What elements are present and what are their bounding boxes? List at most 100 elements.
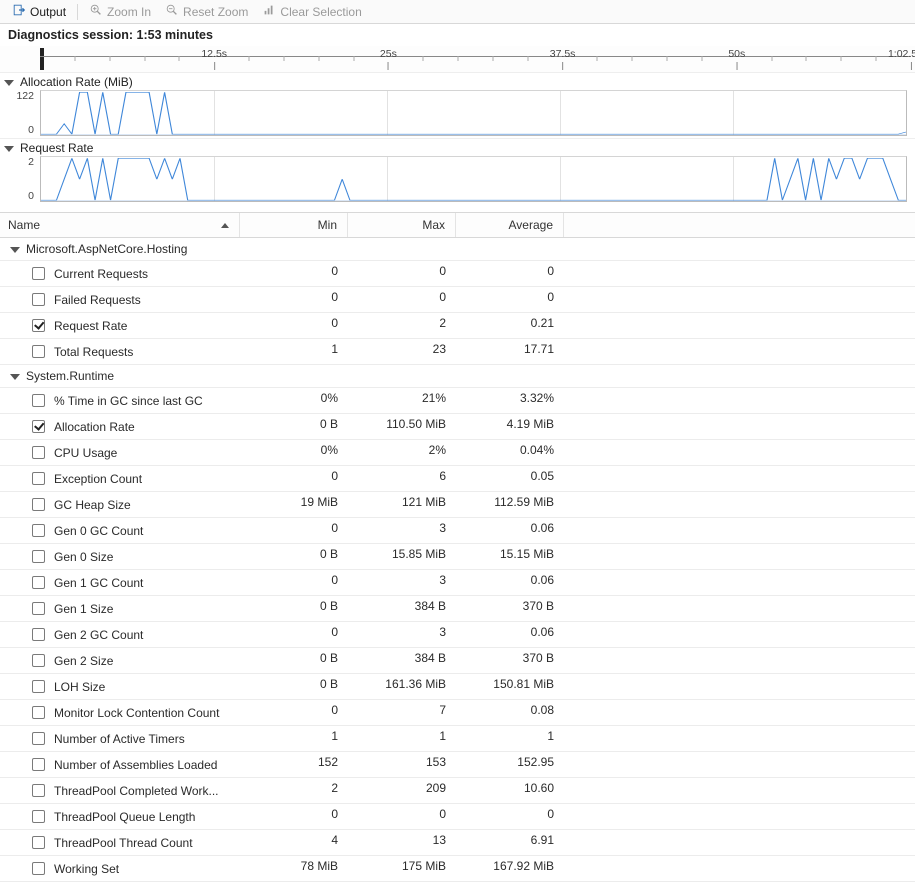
counter-checkbox[interactable] — [32, 420, 45, 433]
counter-name: Gen 1 GC Count — [54, 576, 143, 590]
counter-value: 152.95 — [456, 752, 564, 777]
counter-row[interactable]: Number of Assemblies Loaded152153152.95 — [0, 752, 915, 778]
counter-value: 1 — [240, 726, 348, 751]
counter-checkbox[interactable] — [32, 319, 45, 332]
counter-name: Total Requests — [54, 345, 133, 359]
counter-row[interactable]: Gen 1 GC Count030.06 — [0, 570, 915, 596]
col-name-header[interactable]: Name — [0, 213, 240, 237]
counter-checkbox[interactable] — [32, 732, 45, 745]
collapse-icon — [10, 374, 20, 380]
counter-name: Failed Requests — [54, 293, 141, 307]
counter-row[interactable]: Gen 2 Size0 B384 B370 B — [0, 648, 915, 674]
counter-row[interactable]: Allocation Rate0 B110.50 MiB4.19 MiB — [0, 414, 915, 440]
counter-row[interactable]: Working Set78 MiB175 MiB167.92 MiB — [0, 856, 915, 882]
counter-row[interactable]: Request Rate020.21 — [0, 313, 915, 339]
ruler-tick: 50s — [728, 48, 745, 70]
counter-checkbox[interactable] — [32, 498, 45, 511]
counter-checkbox[interactable] — [32, 784, 45, 797]
sort-ascending-icon — [221, 223, 229, 228]
counter-value: 21% — [348, 388, 456, 413]
counter-value: 1 — [348, 726, 456, 751]
counter-value: 6 — [348, 466, 456, 491]
counter-checkbox[interactable] — [32, 576, 45, 589]
counter-checkbox[interactable] — [32, 862, 45, 875]
counter-value: 0 — [240, 570, 348, 595]
ruler-tick: 25s — [380, 48, 397, 70]
counter-checkbox[interactable] — [32, 758, 45, 771]
counter-checkbox[interactable] — [32, 293, 45, 306]
chart-plot[interactable] — [40, 90, 907, 136]
counter-row[interactable]: ThreadPool Queue Length000 — [0, 804, 915, 830]
timeline-ruler[interactable]: 12.5s25s37.5s50s1:02.5min — [0, 46, 915, 72]
counter-value: 4 — [240, 830, 348, 855]
counter-checkbox[interactable] — [32, 446, 45, 459]
counter-value: 19 MiB — [240, 492, 348, 517]
chart-title: Allocation Rate (MiB) — [20, 75, 133, 89]
counter-row[interactable]: ThreadPool Completed Work...220910.60 — [0, 778, 915, 804]
counter-checkbox[interactable] — [32, 654, 45, 667]
counter-value: 0 — [348, 804, 456, 829]
counter-row[interactable]: Failed Requests000 — [0, 287, 915, 313]
col-avg-header[interactable]: Average — [456, 213, 564, 237]
counter-row[interactable]: CPU Usage0%2%0.04% — [0, 440, 915, 466]
chart-plot[interactable] — [40, 156, 907, 202]
zoom-in-button[interactable]: Zoom In — [83, 1, 157, 22]
counter-value: 0 — [240, 700, 348, 725]
counter-row[interactable]: % Time in GC since last GC0%21%3.32% — [0, 388, 915, 414]
counter-value: 15.85 MiB — [348, 544, 456, 569]
counter-row[interactable]: Gen 0 Size0 B15.85 MiB15.15 MiB — [0, 544, 915, 570]
counter-value: 6.91 — [456, 830, 564, 855]
col-min-header[interactable]: Min — [240, 213, 348, 237]
col-avg-label: Average — [509, 218, 553, 232]
counter-checkbox[interactable] — [32, 267, 45, 280]
counter-value: 2 — [348, 313, 456, 338]
counter-row[interactable]: Gen 2 GC Count030.06 — [0, 622, 915, 648]
counter-row[interactable]: Number of Active Timers111 — [0, 726, 915, 752]
counter-checkbox[interactable] — [32, 836, 45, 849]
counter-checkbox[interactable] — [32, 810, 45, 823]
counter-row[interactable]: Total Requests12317.71 — [0, 339, 915, 365]
counter-checkbox[interactable] — [32, 345, 45, 358]
zoom-in-icon — [89, 3, 103, 20]
counter-value: 0 B — [240, 414, 348, 439]
counter-checkbox[interactable] — [32, 394, 45, 407]
counter-value: 0 — [456, 261, 564, 286]
chart-1: Request Rate20 — [0, 138, 915, 204]
counter-value: 0 B — [240, 596, 348, 621]
counter-value: 2 — [240, 778, 348, 803]
counter-checkbox[interactable] — [32, 602, 45, 615]
clear-selection-button[interactable]: Clear Selection — [256, 1, 367, 22]
col-max-header[interactable]: Max — [348, 213, 456, 237]
reset-zoom-button[interactable]: Reset Zoom — [159, 1, 254, 22]
counter-checkbox[interactable] — [32, 524, 45, 537]
ruler-tick: 1:02.5min — [888, 48, 915, 70]
y-axis: 20 — [0, 156, 40, 202]
counter-checkbox[interactable] — [32, 628, 45, 641]
group-row[interactable]: System.Runtime — [0, 365, 915, 388]
counter-row[interactable]: Gen 0 GC Count030.06 — [0, 518, 915, 544]
chart-header[interactable]: Allocation Rate (MiB) — [0, 73, 915, 90]
counter-value: 0 — [348, 261, 456, 286]
counter-row[interactable]: Current Requests000 — [0, 261, 915, 287]
counter-row[interactable]: Exception Count060.05 — [0, 466, 915, 492]
counter-value: 2% — [348, 440, 456, 465]
counter-row[interactable]: Gen 1 Size0 B384 B370 B — [0, 596, 915, 622]
counter-row[interactable]: Monitor Lock Contention Count070.08 — [0, 700, 915, 726]
counter-row[interactable]: LOH Size0 B161.36 MiB150.81 MiB — [0, 674, 915, 700]
session-label: Diagnostics session: 1:53 minutes — [0, 24, 915, 46]
counter-value: 0 — [240, 261, 348, 286]
counter-checkbox[interactable] — [32, 472, 45, 485]
counter-name: Exception Count — [54, 472, 142, 486]
counter-value: 152 — [240, 752, 348, 777]
collapse-icon — [4, 146, 14, 152]
reset-zoom-label: Reset Zoom — [183, 5, 248, 19]
counter-checkbox[interactable] — [32, 680, 45, 693]
counter-checkbox[interactable] — [32, 550, 45, 563]
counter-name: ThreadPool Completed Work... — [54, 784, 219, 798]
output-button[interactable]: Output — [6, 1, 72, 22]
counter-checkbox[interactable] — [32, 706, 45, 719]
chart-header[interactable]: Request Rate — [0, 139, 915, 156]
counter-row[interactable]: ThreadPool Thread Count4136.91 — [0, 830, 915, 856]
group-row[interactable]: Microsoft.AspNetCore.Hosting — [0, 238, 915, 261]
counter-row[interactable]: GC Heap Size19 MiB121 MiB112.59 MiB — [0, 492, 915, 518]
